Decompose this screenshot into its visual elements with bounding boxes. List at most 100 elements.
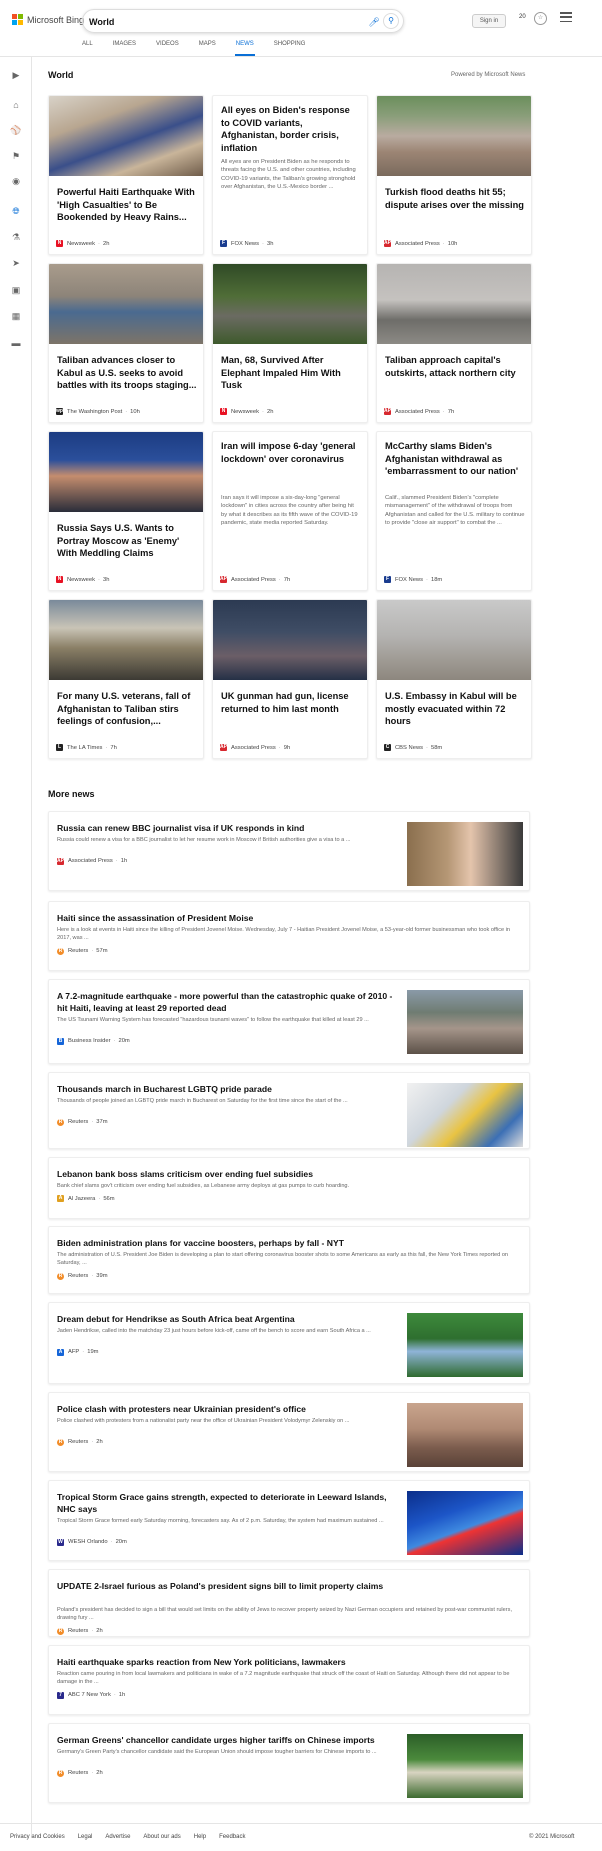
row-source[interactable]: R Reuters · 2h <box>57 1627 103 1635</box>
row-title[interactable]: Russia can renew BBC journalist visa if … <box>57 822 397 834</box>
card-source[interactable]: L The LA Times · 7h <box>56 744 117 751</box>
row-title[interactable]: Biden administration plans for vaccine b… <box>57 1237 517 1249</box>
rugby-image[interactable] <box>407 1313 523 1377</box>
building-icon[interactable]: ▦ <box>9 310 23 322</box>
podium-speaker-image[interactable] <box>407 1734 523 1798</box>
bing-logo[interactable]: Microsoft Bing <box>12 14 84 25</box>
news-row[interactable]: A 7.2-magnitude earthquake - more powerf… <box>48 979 530 1064</box>
rewards-trophy-icon[interactable]: ☆ <box>534 12 547 25</box>
expand-icon[interactable]: ▶ <box>9 69 23 81</box>
news-row[interactable]: UPDATE 2-Israel furious as Poland's pres… <box>48 1569 530 1637</box>
news-card[interactable]: Man, 68, Survived After Elephant Impaled… <box>212 263 368 423</box>
tab-all[interactable]: ALL <box>82 36 93 56</box>
card-title[interactable]: McCarthy slams Biden's Afghanistan withd… <box>385 440 525 478</box>
news-row[interactable]: Haiti earthquake sparks reaction from Ne… <box>48 1645 530 1715</box>
card-source[interactable]: AP Associated Press · 10h <box>384 240 457 247</box>
card-title[interactable]: For many U.S. veterans, fall of Afghanis… <box>57 690 197 728</box>
footer-link-advertise[interactable]: Advertise <box>105 1834 130 1840</box>
footer-link-legal[interactable]: Legal <box>78 1834 93 1840</box>
card-title[interactable]: Russia Says U.S. Wants to Portray Moscow… <box>57 522 197 560</box>
row-title[interactable]: Dream debut for Hendrikse as South Afric… <box>57 1313 397 1325</box>
card-source[interactable]: N Newsweek · 2h <box>220 408 273 415</box>
news-card[interactable]: For many U.S. veterans, fall of Afghanis… <box>48 599 204 759</box>
search-box[interactable]: 🎤︎ ⚲ <box>82 9 404 33</box>
sign-in-button[interactable]: Sign in <box>472 14 506 28</box>
card-source[interactable]: N Newsweek · 2h <box>56 240 109 247</box>
science-icon[interactable]: ⚗ <box>9 231 23 243</box>
home-icon[interactable]: ⌂ <box>9 99 23 111</box>
row-source[interactable]: R Reuters · 37m <box>57 1118 108 1126</box>
news-row[interactable]: Haiti since the assassination of Preside… <box>48 901 530 971</box>
row-source[interactable]: AP Associated Press · 1h <box>57 857 127 865</box>
world-icon[interactable]: 🌐︎ <box>9 205 23 217</box>
hamburger-menu-icon[interactable] <box>560 12 572 22</box>
tab-shopping[interactable]: SHOPPING <box>274 36 306 56</box>
hazy-hills-image[interactable] <box>377 600 531 680</box>
news-card[interactable]: Russia Says U.S. Wants to Portray Moscow… <box>48 431 204 591</box>
microphone-icon[interactable]: 🎤︎ <box>368 16 380 28</box>
money-icon[interactable]: ▬ <box>9 337 23 349</box>
news-card[interactable]: UK gunman had gun, license returned to h… <box>212 599 368 759</box>
card-source[interactable]: AP Associated Press · 7h <box>384 408 454 415</box>
flag-icon[interactable]: ⚑ <box>9 150 23 162</box>
news-card[interactable]: Iran will impose 6-day 'general lockdown… <box>212 431 368 591</box>
search-icon[interactable]: ⚲ <box>383 13 399 29</box>
card-title[interactable]: U.S. Embassy in Kabul will be mostly eva… <box>385 690 525 728</box>
card-title[interactable]: Iran will impose 6-day 'general lockdown… <box>221 440 361 465</box>
flood-ruins-image[interactable] <box>377 96 531 176</box>
elephant-image[interactable] <box>213 264 367 344</box>
pride-mask-image[interactable] <box>407 1083 523 1147</box>
news-row[interactable]: Lebanon bank boss slams criticism over e… <box>48 1157 530 1219</box>
news-card[interactable]: Turkish flood deaths hit 55; dispute ari… <box>376 95 532 255</box>
card-title[interactable]: Taliban approach capital's outskirts, at… <box>385 354 525 379</box>
card-title[interactable]: Powerful Haiti Earthquake With 'High Cas… <box>57 186 197 224</box>
news-card[interactable]: Taliban advances closer to Kabul as U.S.… <box>48 263 204 423</box>
news-card[interactable]: U.S. Embassy in Kabul will be mostly eva… <box>376 599 532 759</box>
tab-maps[interactable]: MAPS <box>199 36 216 56</box>
journalist-portrait-image[interactable] <box>407 822 523 886</box>
row-source[interactable]: B Business Insider · 20m <box>57 1037 130 1045</box>
rocket-icon[interactable]: ➤ <box>9 257 23 269</box>
news-row[interactable]: Police clash with protesters near Ukrain… <box>48 1392 530 1472</box>
card-source[interactable]: N Newsweek · 3h <box>56 576 109 583</box>
row-source[interactable]: A AFP · 19m <box>57 1348 99 1356</box>
vigil-crowd-image[interactable] <box>213 600 367 680</box>
footer-link-feedback[interactable]: Feedback <box>219 1834 245 1840</box>
row-title[interactable]: Police clash with protesters near Ukrain… <box>57 1403 397 1415</box>
search-input[interactable] <box>89 14 349 29</box>
hazy-city-image[interactable] <box>377 264 531 344</box>
row-source[interactable]: W WESH Orlando · 20m <box>57 1538 127 1546</box>
soldiers-truck-image[interactable] <box>49 600 203 680</box>
row-title[interactable]: Tropical Storm Grace gains strength, exp… <box>57 1491 397 1515</box>
row-title[interactable]: Lebanon bank boss slams criticism over e… <box>57 1168 517 1180</box>
card-title[interactable]: Turkish flood deaths hit 55; dispute ari… <box>385 186 525 211</box>
tab-images[interactable]: IMAGES <box>113 36 136 56</box>
storm-map-image[interactable] <box>407 1491 523 1555</box>
footer-link-help[interactable]: Help <box>194 1834 206 1840</box>
diplomat-image[interactable] <box>49 432 203 512</box>
news-card[interactable]: McCarthy slams Biden's Afghanistan withd… <box>376 431 532 591</box>
entertainment-icon[interactable]: ▣ <box>9 284 23 296</box>
rewards-points[interactable]: 20 <box>519 14 526 20</box>
row-title[interactable]: Haiti since the assassination of Preside… <box>57 912 517 924</box>
row-title[interactable]: Thousands march in Bucharest LGBTQ pride… <box>57 1083 397 1095</box>
quake-street-image[interactable] <box>407 990 523 1054</box>
row-title[interactable]: Haiti earthquake sparks reaction from Ne… <box>57 1656 517 1668</box>
row-source[interactable]: A Al Jazeera · 56m <box>57 1195 115 1203</box>
row-title[interactable]: German Greens' chancellor candidate urge… <box>57 1734 397 1746</box>
card-title[interactable]: UK gunman had gun, license returned to h… <box>221 690 361 715</box>
row-title[interactable]: A 7.2-magnitude earthquake - more powerf… <box>57 990 397 1014</box>
tab-news[interactable]: NEWS <box>234 36 255 56</box>
row-title[interactable]: UPDATE 2-Israel furious as Poland's pres… <box>57 1580 517 1592</box>
tab-videos[interactable]: VIDEOS <box>156 36 179 56</box>
card-title[interactable]: Taliban advances closer to Kabul as U.S.… <box>57 354 197 392</box>
smoke-clash-image[interactable] <box>407 1403 523 1467</box>
card-source[interactable]: C CBS News · 58m <box>384 744 442 751</box>
card-source[interactable]: AP Associated Press · 7h <box>220 576 290 583</box>
news-row[interactable]: Dream debut for Hendrikse as South Afric… <box>48 1302 530 1384</box>
card-source[interactable]: F FOX News · 18m <box>384 576 442 583</box>
card-source[interactable]: AP Associated Press · 9h <box>220 744 290 751</box>
protest-signs-image[interactable] <box>49 96 203 176</box>
powered-by-label[interactable]: Powered by Microsoft News <box>451 72 525 78</box>
card-title[interactable]: Man, 68, Survived After Elephant Impaled… <box>221 354 361 392</box>
